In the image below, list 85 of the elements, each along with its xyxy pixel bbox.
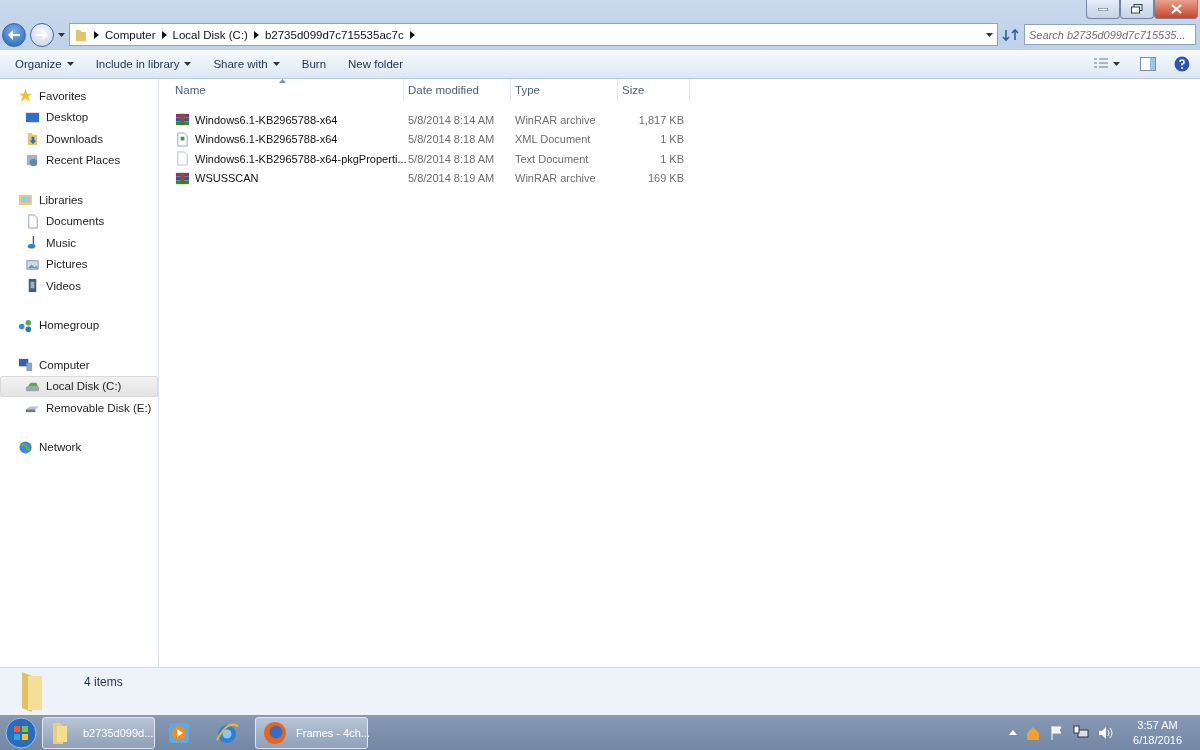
sort-arrow-icon: [279, 79, 286, 83]
column-header[interactable]: Size: [618, 79, 690, 101]
nav-item[interactable]: Libraries: [0, 189, 158, 211]
table-cell-text: Text Document: [514, 151, 590, 167]
chevron-icon: [161, 30, 167, 39]
close-icon: [1170, 4, 1182, 14]
preview-pane-icon[interactable]: [1140, 57, 1156, 71]
folder-arrow-icon: [25, 131, 40, 147]
toolbar-button[interactable]: New folder: [339, 54, 412, 74]
places-icon: [25, 152, 40, 168]
start-button[interactable]: [4, 715, 38, 750]
nav-item[interactable]: Videos: [0, 275, 158, 297]
forward-button[interactable]: [30, 22, 54, 47]
column-header[interactable]: Name: [171, 79, 404, 101]
back-button[interactable]: [2, 22, 26, 47]
nav-item[interactable]: Computer: [0, 354, 158, 376]
search-field[interactable]: Search b2735d099d7c715535...: [1024, 24, 1196, 45]
archive-icon: [175, 112, 190, 128]
table-cell-text: 1 KB: [659, 151, 685, 167]
table-cell-text: 1,817 KB: [637, 112, 685, 128]
address-bar[interactable]: Computer Local Disk (C:) b2735d099d7c715535ac7c: [69, 23, 998, 46]
xml-file-icon: [175, 131, 190, 147]
nav-item[interactable]: Recent Places: [0, 149, 158, 171]
archive-icon: [175, 170, 190, 186]
document-icon: [25, 213, 40, 229]
restore-icon: [1131, 4, 1143, 14]
computer-icon: [18, 357, 33, 373]
table-cell-text: 5/8/2014 8:19 AM: [407, 171, 496, 187]
table-cell-text: 5/8/2014 8:18 AM: [407, 151, 496, 167]
view-list-icon[interactable]: [1093, 57, 1109, 71]
caret-up-icon[interactable]: [1009, 730, 1018, 735]
network-icon[interactable]: [1073, 724, 1090, 741]
breadcrumb[interactable]: b2735d099d7c715535ac7c: [264, 28, 404, 41]
caret-icon: [1113, 62, 1120, 66]
file-name[interactable]: Windows6.1-KB2965788-x64-pkgProperti...: [171, 149, 404, 169]
nav-item[interactable]: Network: [0, 436, 158, 458]
refresh-icon[interactable]: [1002, 26, 1020, 43]
file-name[interactable]: WSUSSCAN: [171, 168, 404, 188]
caret-icon: [184, 62, 192, 66]
caret-icon: [986, 32, 993, 37]
nav-item[interactable]: Music: [0, 232, 158, 254]
table-cell-text: 5/8/2014 8:14 AM: [407, 112, 496, 128]
caret-icon: [58, 32, 65, 37]
table-cell-text: 5/8/2014 8:18 AM: [407, 132, 496, 148]
table-cell-text: 1 KB: [659, 132, 685, 148]
help-icon[interactable]: [1174, 56, 1190, 72]
toolbar-button[interactable]: Share with: [204, 54, 289, 74]
table-cell-text: 169 KB: [646, 171, 685, 187]
chevron-icon: [409, 30, 415, 39]
table-cell-text: WinRAR archive: [514, 112, 597, 128]
item-count: 4 items: [84, 675, 123, 689]
star-icon: [18, 88, 33, 104]
restore-button[interactable]: [1120, 0, 1154, 19]
table-cell-text: XML Document: [514, 132, 592, 148]
column-header[interactable]: Date modified: [404, 79, 511, 101]
table-cell-text: WinRAR archive: [514, 171, 597, 187]
chevron-icon: [253, 30, 259, 39]
nav-item[interactable]: Pictures: [0, 253, 158, 275]
toolbar-button[interactable]: Organize: [6, 54, 83, 74]
caret-icon: [66, 62, 74, 66]
back-arrow-icon: [8, 29, 20, 40]
minimize-icon: [1098, 7, 1108, 11]
file-name[interactable]: Windows6.1-KB2965788-x64: [171, 129, 404, 149]
toolbar-button[interactable]: Burn: [292, 54, 336, 74]
nav-item[interactable]: Homegroup: [0, 314, 158, 336]
folder-icon: [74, 27, 88, 42]
nav-item[interactable]: Desktop: [0, 106, 158, 128]
column-header[interactable]: Type: [511, 79, 618, 101]
chevron-icon: [94, 30, 99, 39]
close-button[interactable]: [1154, 0, 1198, 19]
text-file-icon: [175, 151, 190, 167]
homegroup-icon: [18, 317, 33, 333]
globe-icon: [18, 439, 33, 455]
forward-arrow-icon: [36, 29, 48, 40]
library-icon: [18, 192, 33, 208]
nav-item[interactable]: Documents: [0, 210, 158, 232]
nav-item[interactable]: Favorites: [0, 85, 158, 107]
nav-item[interactable]: Removable Disk (E:): [0, 397, 158, 419]
nav-item[interactable]: Downloads: [0, 128, 158, 150]
toolbar-button[interactable]: Include in library: [86, 54, 201, 74]
breadcrumb[interactable]: Computer: [105, 28, 156, 41]
nav-item[interactable]: Local Disk (C:): [0, 375, 158, 397]
breadcrumb[interactable]: Local Disk (C:): [172, 28, 248, 41]
file-name[interactable]: Windows6.1-KB2965788-x64: [171, 110, 404, 130]
caret-icon: [272, 62, 280, 66]
